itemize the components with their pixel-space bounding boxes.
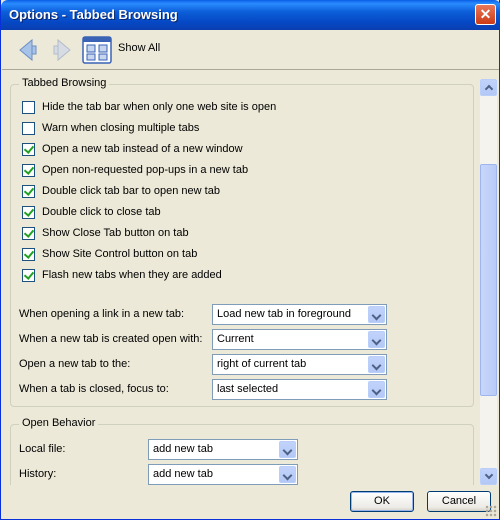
open-behavior-legend: Open Behavior [19, 417, 99, 429]
chevron-down-icon[interactable] [368, 381, 385, 398]
local-file-label: Local file: [19, 443, 66, 455]
select-value: last selected [217, 383, 279, 395]
checkbox[interactable] [22, 142, 35, 156]
scroll-thumb[interactable] [480, 164, 497, 396]
local-file-select[interactable]: add new tab [148, 439, 298, 460]
checkbox[interactable] [22, 268, 35, 282]
history-select[interactable]: add new tab [148, 464, 298, 485]
checkbox-flash-new-tabs[interactable]: Flash new tabs when they are added [22, 267, 222, 283]
checkbox[interactable] [22, 100, 35, 114]
checkbox[interactable] [22, 184, 35, 198]
forward-arrow-icon [53, 38, 71, 62]
new-tab-open-with-label: When a new tab is created open with: [19, 333, 203, 345]
checkbox[interactable] [22, 247, 35, 261]
checkbox-label: Flash new tabs when they are added [42, 269, 222, 281]
close-icon: ✕ [479, 6, 492, 22]
new-tab-open-with-select[interactable]: Current [212, 329, 387, 350]
tab-closed-focus-label: When a tab is closed, focus to: [19, 383, 169, 395]
chevron-down-icon[interactable] [279, 441, 296, 458]
show-all-icon[interactable] [82, 36, 112, 64]
checkbox[interactable] [22, 163, 35, 177]
forward-button[interactable] [50, 38, 74, 62]
checkbox-label: Show Close Tab button on tab [42, 227, 189, 239]
checkbox-dblclick-close[interactable]: Double click to close tab [22, 204, 161, 220]
title-bar[interactable]: Options - Tabbed Browsing ✕ [1, 0, 500, 30]
ok-button[interactable]: OK [350, 491, 414, 512]
checkbox-label: Show Site Control button on tab [42, 248, 198, 260]
scroll-up-button[interactable] [480, 79, 497, 96]
link-new-tab-label: When opening a link in a new tab: [19, 308, 185, 320]
new-tab-position-select[interactable]: right of current tab [212, 354, 387, 375]
history-label: History: [19, 468, 57, 480]
select-value: Load new tab in foreground [217, 308, 351, 320]
chevron-down-icon[interactable] [368, 356, 385, 373]
back-button[interactable] [16, 38, 40, 62]
chevron-down-icon[interactable] [279, 466, 296, 483]
select-value: add new tab [153, 468, 213, 480]
select-value: add new tab [153, 443, 213, 455]
checkbox-label: Open a new tab instead of a new window [42, 143, 243, 155]
link-new-tab-select[interactable]: Load new tab in foreground [212, 304, 387, 325]
window-title: Options - Tabbed Browsing [9, 7, 178, 22]
checkbox-label: Hide the tab bar when only one web site … [42, 101, 277, 113]
checkbox[interactable] [22, 205, 35, 219]
checkbox[interactable] [22, 121, 35, 135]
checkbox-dblclick-tabbar[interactable]: Double click tab bar to open new tab [22, 183, 220, 199]
checkbox[interactable] [22, 226, 35, 240]
dialog-button-bar: OK Cancel [2, 485, 499, 519]
show-all-button[interactable]: Show All [118, 42, 160, 54]
tabbed-browsing-legend: Tabbed Browsing [19, 77, 110, 89]
chevron-down-icon[interactable] [368, 331, 385, 348]
checkbox-label: Warn when closing multiple tabs [42, 122, 200, 134]
resize-grip[interactable] [485, 505, 497, 517]
select-value: Current [217, 333, 254, 345]
checkbox-site-control-button[interactable]: Show Site Control button on tab [22, 246, 197, 262]
checkbox-label: Double click to close tab [42, 206, 161, 218]
checkbox-popups-new-tab[interactable]: Open non-requested pop-ups in a new tab [22, 162, 248, 178]
close-button[interactable]: ✕ [475, 4, 496, 25]
new-tab-position-label: Open a new tab to the: [19, 358, 131, 370]
toolbar: Show All [2, 30, 499, 70]
options-content: Tabbed Browsing Hide the tab bar when on… [2, 71, 499, 485]
checkbox-hide-tab-bar[interactable]: Hide the tab bar when only one web site … [22, 99, 276, 115]
checkbox-label: Double click tab bar to open new tab [42, 185, 220, 197]
back-arrow-icon [19, 38, 37, 62]
options-window: Options - Tabbed Browsing ✕ Show All Tab… [0, 0, 500, 520]
vertical-scrollbar[interactable] [480, 79, 497, 485]
scroll-down-button[interactable] [480, 468, 497, 485]
checkbox-warn-closing[interactable]: Warn when closing multiple tabs [22, 120, 199, 136]
select-value: right of current tab [217, 358, 307, 370]
checkbox-close-tab-button[interactable]: Show Close Tab button on tab [22, 225, 189, 241]
checkbox-label: Open non-requested pop-ups in a new tab [42, 164, 249, 176]
checkbox-new-tab-instead-window[interactable]: Open a new tab instead of a new window [22, 141, 243, 157]
tab-closed-focus-select[interactable]: last selected [212, 379, 387, 400]
cancel-button[interactable]: Cancel [427, 491, 491, 512]
chevron-down-icon[interactable] [368, 306, 385, 323]
